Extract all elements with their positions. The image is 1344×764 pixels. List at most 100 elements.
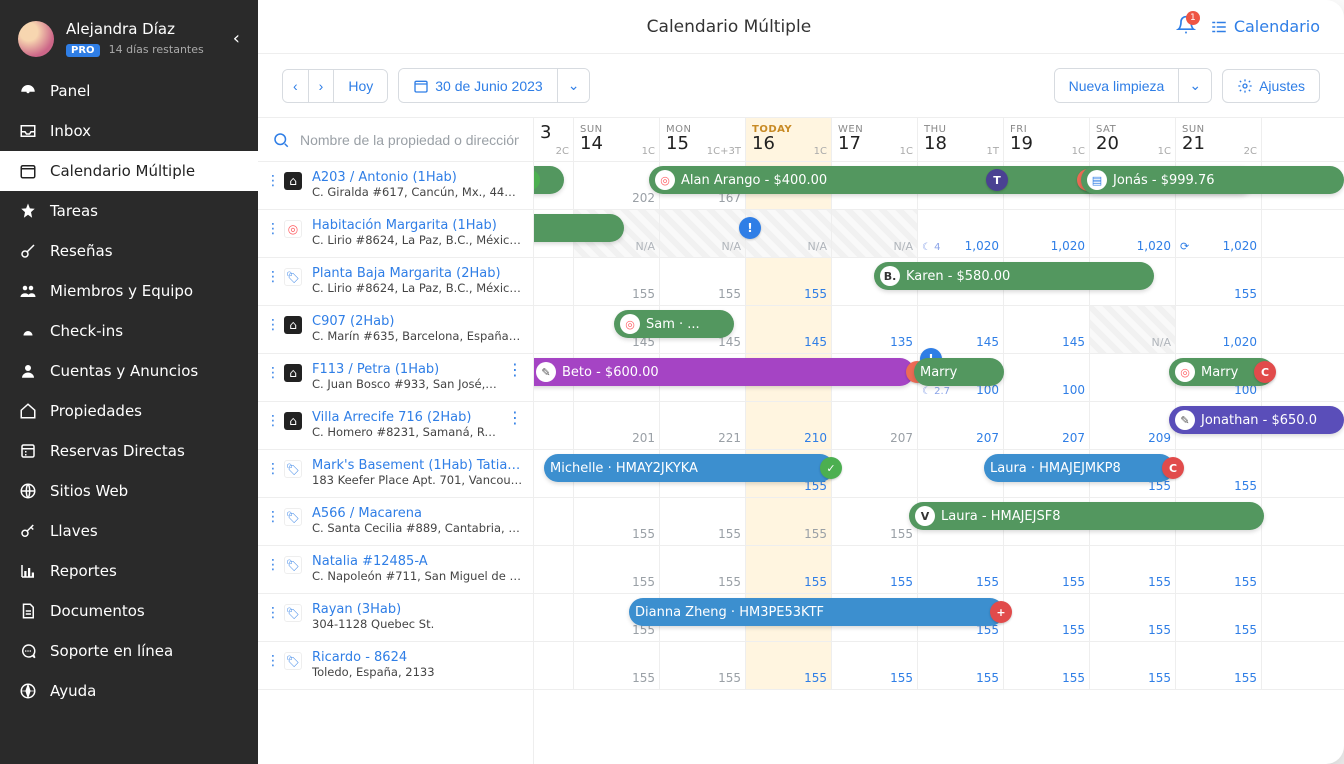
booking-bar[interactable]: ✓	[534, 214, 624, 242]
day-cell[interactable]: 207	[832, 402, 918, 449]
property-row[interactable]: ⋮ ◎ Habitación Margarita (1Hab) C. Lirio…	[258, 210, 533, 258]
sidebar-item-help[interactable]: Ayuda	[0, 671, 258, 711]
sidebar-item-dashboard[interactable]: Panel	[0, 71, 258, 111]
day-cell[interactable]: 155	[1176, 450, 1262, 497]
day-cell[interactable]: 155	[1176, 642, 1262, 689]
status-badge[interactable]: C	[1254, 361, 1276, 383]
drag-handle-icon[interactable]: ⋮	[266, 606, 280, 620]
drag-handle-icon[interactable]: ⋮	[266, 270, 280, 284]
day-cell[interactable]: 1,020	[1090, 210, 1176, 257]
drag-handle-icon[interactable]: ⋮	[266, 366, 280, 380]
day-cell[interactable]	[534, 402, 574, 449]
sidebar-item-inbox[interactable]: Inbox	[0, 111, 258, 151]
sidebar-item-star[interactable]: Tareas	[0, 191, 258, 231]
day-cell[interactable]: 100	[1004, 354, 1090, 401]
day-column-header[interactable]: SUN 14 1C	[574, 118, 660, 161]
booking-bar[interactable]: Dianna Zheng · HM3PE53KTF	[629, 598, 1004, 626]
sidebar-item-people[interactable]: Miembros y Equipo	[0, 271, 258, 311]
booking-bar[interactable]: VLaura - HMAJEJSF8	[909, 502, 1264, 530]
property-title[interactable]: Mark's Basement (1Hab) Tatiana	[312, 458, 523, 473]
day-cell[interactable]: 207	[918, 402, 1004, 449]
day-column-header[interactable]: WEN 17 1C	[832, 118, 918, 161]
day-column-header[interactable]: SAT 20 1C	[1090, 118, 1176, 161]
property-title[interactable]: A203 / Antonio (1Hab)	[312, 170, 523, 185]
property-title[interactable]: F113 / Petra (1Hab)	[312, 362, 497, 377]
day-cell[interactable]: 155	[746, 498, 832, 545]
property-row[interactable]: ⋮ 🏷 Rayan (3Hab) 304-1128 Quebec St.	[258, 594, 533, 642]
day-cell[interactable]	[534, 306, 574, 353]
day-cell[interactable]: 155	[1004, 594, 1090, 641]
property-menu-icon[interactable]: ⋮	[507, 362, 523, 378]
view-calendar-link[interactable]: Calendario	[1210, 17, 1320, 36]
booking-bar[interactable]: Marry	[914, 358, 1004, 386]
booking-bar[interactable]: Laura · HMAJEJMKP8	[984, 454, 1174, 482]
sidebar-item-chart[interactable]: Reportes	[0, 551, 258, 591]
property-row[interactable]: ⋮ ⌂ Villa Arrecife 716 (2Hab) C. Homero …	[258, 402, 533, 450]
sidebar-item-chat[interactable]: Soporte en línea	[0, 631, 258, 671]
day-cell[interactable]: 202	[574, 162, 660, 209]
day-cell[interactable]: 1,020⟳	[1176, 210, 1262, 257]
day-cell[interactable]: 155	[574, 258, 660, 305]
day-cell[interactable]: N/A	[832, 210, 918, 257]
day-cell[interactable]	[534, 498, 574, 545]
sidebar-item-house[interactable]: Propiedades	[0, 391, 258, 431]
day-cell[interactable]: 155	[574, 642, 660, 689]
day-cell[interactable]: 155	[746, 258, 832, 305]
day-cell[interactable]: 155	[746, 546, 832, 593]
status-badge[interactable]: T	[986, 169, 1008, 191]
day-cell[interactable]: 155	[1004, 642, 1090, 689]
day-cell[interactable]: 155	[1090, 594, 1176, 641]
status-badge[interactable]: C	[1162, 457, 1184, 479]
property-row[interactable]: ⋮ ⌂ C907 (2Hab) C. Marín #635, Barcelona…	[258, 306, 533, 354]
new-cleaning-button[interactable]: Nueva limpieza	[1055, 69, 1179, 102]
day-column-header[interactable]: SUN 21 2C	[1176, 118, 1262, 161]
drag-handle-icon[interactable]: ⋮	[266, 318, 280, 332]
collapse-sidebar-icon[interactable]: ‹	[233, 28, 240, 49]
property-row[interactable]: ⋮ 🏷 A566 / Macarena C. Santa Cecilia #88…	[258, 498, 533, 546]
day-cell[interactable]: 155	[746, 642, 832, 689]
property-row[interactable]: ⋮ ⌂ F113 / Petra (1Hab) C. Juan Bosco #9…	[258, 354, 533, 402]
sidebar-item-calendar[interactable]: Calendario Múltiple	[0, 151, 258, 191]
property-search-input[interactable]	[300, 132, 519, 148]
property-row[interactable]: ⋮ 🏷 Mark's Basement (1Hab) Tatiana 183 K…	[258, 450, 533, 498]
property-title[interactable]: C907 (2Hab)	[312, 314, 523, 329]
day-cell[interactable]: 155	[832, 642, 918, 689]
day-cell[interactable]: 1,020	[1004, 210, 1090, 257]
date-picker-button[interactable]: 30 de Junio 2023	[399, 69, 556, 102]
booking-bar[interactable]: ◎Sam · ...	[614, 310, 734, 338]
property-title[interactable]: Rayan (3Hab)	[312, 602, 523, 617]
day-cell[interactable]: 155	[832, 546, 918, 593]
day-column-header[interactable]: FRI 19 1C	[1004, 118, 1090, 161]
drag-handle-icon[interactable]: ⋮	[266, 558, 280, 572]
day-cell[interactable]: 209	[1090, 402, 1176, 449]
drag-handle-icon[interactable]: ⋮	[266, 462, 280, 476]
day-cell[interactable]: N/A	[1090, 306, 1176, 353]
sidebar-item-globe[interactable]: Sitios Web	[0, 471, 258, 511]
sidebar-item-doc-cal[interactable]: Reservas Directas	[0, 431, 258, 471]
day-cell[interactable]: 155	[660, 642, 746, 689]
booking-bar[interactable]: Michelle · HMAY2JKYKA	[544, 454, 834, 482]
status-badge[interactable]: !	[739, 217, 761, 239]
settings-button[interactable]: Ajustes	[1222, 69, 1320, 103]
property-title[interactable]: Villa Arrecife 716 (2Hab)	[312, 410, 497, 425]
day-cell[interactable]: 210	[746, 402, 832, 449]
property-menu-icon[interactable]: ⋮	[507, 410, 523, 426]
property-row[interactable]: ⋮ 🏷 Planta Baja Margarita (2Hab) C. Liri…	[258, 258, 533, 306]
day-cell[interactable]: 155	[660, 546, 746, 593]
new-cleaning-dropdown[interactable]: ⌄	[1178, 69, 1211, 102]
day-cell[interactable]: 155	[1176, 258, 1262, 305]
day-cell[interactable]: 155	[832, 498, 918, 545]
notifications-button[interactable]: 1	[1176, 15, 1196, 39]
next-button[interactable]: ›	[308, 70, 334, 102]
day-cell[interactable]: 155	[1090, 546, 1176, 593]
day-column-header[interactable]: THU 18 1T	[918, 118, 1004, 161]
drag-handle-icon[interactable]: ⋮	[266, 414, 280, 428]
day-cell[interactable]: 145	[918, 306, 1004, 353]
day-cell[interactable]: 155	[1176, 546, 1262, 593]
day-cell[interactable]: 207	[1004, 402, 1090, 449]
property-title[interactable]: Habitación Margarita (1Hab)	[312, 218, 523, 233]
day-cell[interactable]	[1090, 354, 1176, 401]
booking-bar[interactable]: ✎Jonathan - $650.0	[1169, 406, 1344, 434]
day-column-header[interactable]: TODAY 16 1C	[746, 118, 832, 161]
sidebar-item-vacuum[interactable]: Reseñas	[0, 231, 258, 271]
